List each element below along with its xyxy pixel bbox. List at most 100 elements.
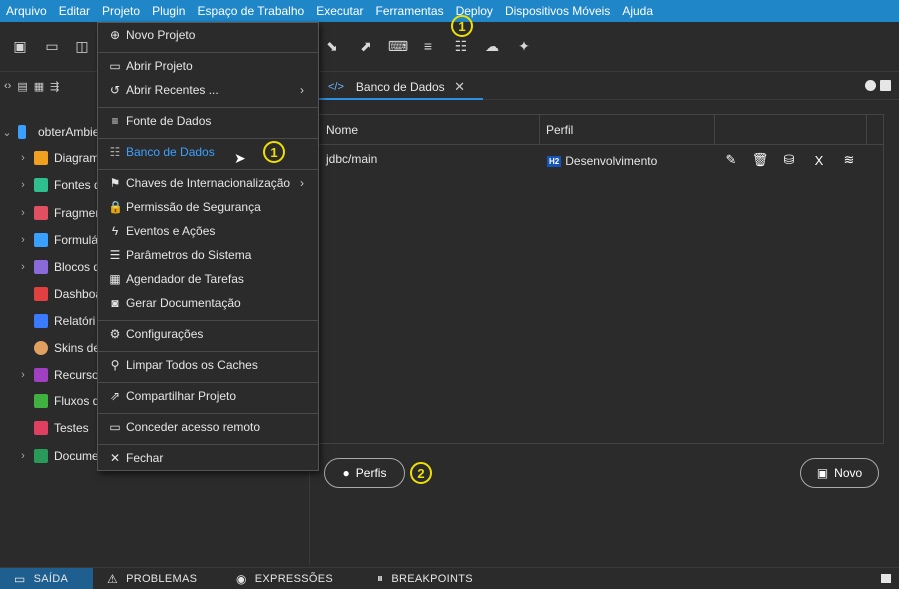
perfis-button[interactable]: ● Perfis bbox=[324, 458, 405, 488]
export-icon[interactable]: ⬈ bbox=[356, 36, 376, 56]
menuitem-agendador-de-tarefas[interactable]: ▦ Agendador de Tarefas bbox=[98, 267, 318, 291]
cloud-icon[interactable]: ☁ bbox=[482, 36, 502, 56]
trash-icon[interactable]: 🗑 bbox=[752, 152, 769, 168]
tree-item[interactable]: › Diagram bbox=[16, 147, 99, 169]
bolt-icon: ϟ bbox=[111, 224, 119, 238]
menuitem-chaves-de-internacionalizacao[interactable]: ⚑ Chaves de Internacionalização › bbox=[98, 171, 318, 195]
file-icon[interactable]: ▤ bbox=[17, 80, 27, 93]
tab-breakpoints[interactable]: ⏸ BREAKPOINTS bbox=[363, 568, 493, 589]
resources-icon bbox=[34, 368, 48, 382]
tree-item[interactable]: Fluxos d bbox=[16, 390, 99, 412]
tab-expressoes[interactable]: ◉ EXPRESSÕES bbox=[222, 568, 363, 589]
menuitem-fechar[interactable]: ✕ Fechar bbox=[98, 446, 318, 470]
menuitem-novo-projeto[interactable]: ⊕ Novo Projeto bbox=[98, 23, 318, 47]
tree-item[interactable]: Relatóri bbox=[16, 310, 95, 332]
menu-dispositivos-moveis[interactable]: Dispositivos Móveis bbox=[502, 4, 613, 18]
database-icon: ☷ bbox=[109, 145, 121, 159]
db-settings-icon[interactable]: ⛁ bbox=[781, 152, 797, 168]
menu-editar[interactable]: Editar bbox=[56, 4, 93, 18]
tree-item[interactable]: › Fragmer bbox=[16, 202, 99, 224]
tab-banco-de-dados[interactable]: </> Banco de Dados ✕ bbox=[318, 76, 483, 100]
tab-saida[interactable]: ▭ SAÍDA bbox=[0, 567, 93, 589]
magic-wand-icon[interactable]: ✦ bbox=[514, 36, 534, 56]
header-nome[interactable]: Nome bbox=[326, 123, 358, 137]
menu-ferramentas[interactable]: Ferramentas bbox=[373, 4, 447, 18]
form-icon bbox=[34, 233, 48, 247]
tree-item[interactable]: Testes bbox=[16, 417, 89, 439]
annotation-marker-1-top: 1 bbox=[451, 15, 473, 37]
report-icon bbox=[34, 314, 48, 328]
cell-name: jdbc/main bbox=[326, 152, 378, 166]
menuitem-configuracoes[interactable]: ⚙ Configurações bbox=[98, 322, 318, 346]
new-file-icon: ▣ bbox=[816, 466, 829, 480]
tree-item[interactable]: › Formulá bbox=[16, 229, 98, 251]
datasource-icon[interactable]: ≡ bbox=[418, 36, 438, 56]
bottom-panel-tabs: ▭ SAÍDA ⚠ PROBLEMAS ◉ EXPRESSÕES ⏸ BREAKPOIN… bbox=[0, 567, 899, 589]
tree-item[interactable]: Skins de bbox=[16, 337, 100, 359]
chevron-down-icon[interactable]: ⌄ bbox=[0, 126, 14, 139]
tab-problemas[interactable]: ⚠ PROBLEMAS bbox=[93, 568, 222, 589]
history-icon: ↺ bbox=[109, 83, 121, 97]
menuitem-fonte-de-dados[interactable]: ≡ Fonte de Dados bbox=[98, 109, 318, 133]
tree-root-label: obterAmbie bbox=[38, 125, 100, 139]
menu-executar[interactable]: Executar bbox=[313, 4, 366, 18]
novo-button[interactable]: ▣ Novo bbox=[800, 458, 879, 488]
fragment-icon bbox=[34, 206, 48, 220]
tests-icon bbox=[34, 421, 48, 435]
table-row[interactable]: jdbc/main H2 Desenvolvimento ✎ 🗑 ⛁ X ≋ bbox=[319, 148, 883, 172]
close-tab-icon[interactable]: ✕ bbox=[454, 79, 465, 95]
new-project-icon: ⊕ bbox=[109, 28, 121, 42]
maximize-panel-icon[interactable] bbox=[881, 574, 891, 583]
menuitem-compartilhar-projeto[interactable]: ⇗ Compartilhar Projeto bbox=[98, 384, 318, 408]
excel-icon[interactable]: X bbox=[811, 152, 827, 168]
tree-item[interactable]: › Blocos d bbox=[16, 256, 100, 278]
lock-icon: 🔒 bbox=[108, 200, 123, 214]
diagram-icon bbox=[34, 151, 48, 165]
pause-icon: ⏸ bbox=[377, 571, 384, 585]
menuitem-permissao-de-seguranca[interactable]: 🔒 Permissão de Segurança bbox=[98, 195, 318, 219]
database-icon[interactable]: ☷ bbox=[451, 36, 471, 56]
open-folder-icon[interactable]: ▭ bbox=[42, 36, 62, 56]
maximize-icon[interactable] bbox=[880, 80, 891, 91]
menuitem-conceder-acesso-remoto[interactable]: ▭ Conceder acesso remoto bbox=[98, 415, 318, 439]
layers-icon[interactable]: ≋ bbox=[841, 152, 857, 168]
database-grid: Nome Perfil jdbc/main H2 Desenvolvimento … bbox=[318, 114, 884, 444]
menuitem-limpar-todos-os-caches[interactable]: ⚲ Limpar Todos os Caches bbox=[98, 353, 318, 377]
menuitem-gerar-documentacao[interactable]: ◙ Gerar Documentação bbox=[98, 291, 318, 315]
calendar-icon: ▦ bbox=[109, 272, 121, 286]
new-file-icon[interactable]: ▣ bbox=[10, 36, 30, 56]
edit-icon[interactable]: ✎ bbox=[723, 152, 739, 168]
tree-item[interactable]: › Recurso bbox=[16, 364, 99, 386]
share-icon: ⇗ bbox=[109, 389, 121, 403]
menu-espaco-de-trabalho[interactable]: Espaço de Trabalho bbox=[194, 4, 307, 18]
menu-ajuda[interactable]: Ajuda bbox=[619, 4, 656, 18]
import-icon[interactable]: ⬊ bbox=[322, 36, 342, 56]
menuitem-abrir-projeto[interactable]: ▭ Abrir Projeto bbox=[98, 54, 318, 78]
remote-icon: ▭ bbox=[109, 420, 121, 434]
annotation-marker-2: 2 bbox=[410, 462, 432, 484]
editor-tabbar: </> Banco de Dados ✕ bbox=[318, 72, 899, 100]
header-perfil[interactable]: Perfil bbox=[546, 123, 573, 137]
menuitem-banco-de-dados[interactable]: ☷ Banco de Dados bbox=[98, 140, 318, 164]
h2-badge: H2 bbox=[547, 156, 562, 168]
menu-projeto[interactable]: Projeto bbox=[99, 4, 144, 18]
menu-plugin[interactable]: Plugin bbox=[149, 4, 188, 18]
tree-item[interactable]: Dashboa bbox=[16, 283, 102, 305]
menuitem-abrir-recentes[interactable]: ↺ Abrir Recentes ... › bbox=[98, 78, 318, 102]
code-icon[interactable]: ‹› bbox=[4, 80, 11, 92]
tree-root[interactable]: ⌄ obterAmbie bbox=[0, 121, 99, 143]
dashboard-icon bbox=[34, 287, 48, 301]
menuitem-parametros-do-sistema[interactable]: ☰ Parâmetros do Sistema bbox=[98, 243, 318, 267]
save-icon[interactable]: ◫ bbox=[72, 36, 92, 56]
layout-icon[interactable]: ▦ bbox=[34, 80, 44, 93]
terminal-icon[interactable]: ⌨ bbox=[388, 36, 408, 56]
tree-item[interactable]: › Fontes d bbox=[16, 174, 101, 196]
mouse-cursor-icon: ➤ bbox=[234, 150, 246, 166]
menu-arquivo[interactable]: Arquivo bbox=[3, 4, 50, 18]
palette-icon bbox=[34, 341, 48, 355]
help-icon[interactable] bbox=[865, 80, 876, 91]
tree-item[interactable]: › Docume bbox=[16, 445, 99, 467]
flow-icon[interactable]: ⇶ bbox=[50, 80, 59, 93]
menuitem-eventos-e-acoes[interactable]: ϟ Eventos e Ações bbox=[98, 219, 318, 243]
grid-header: Nome Perfil bbox=[319, 115, 883, 145]
